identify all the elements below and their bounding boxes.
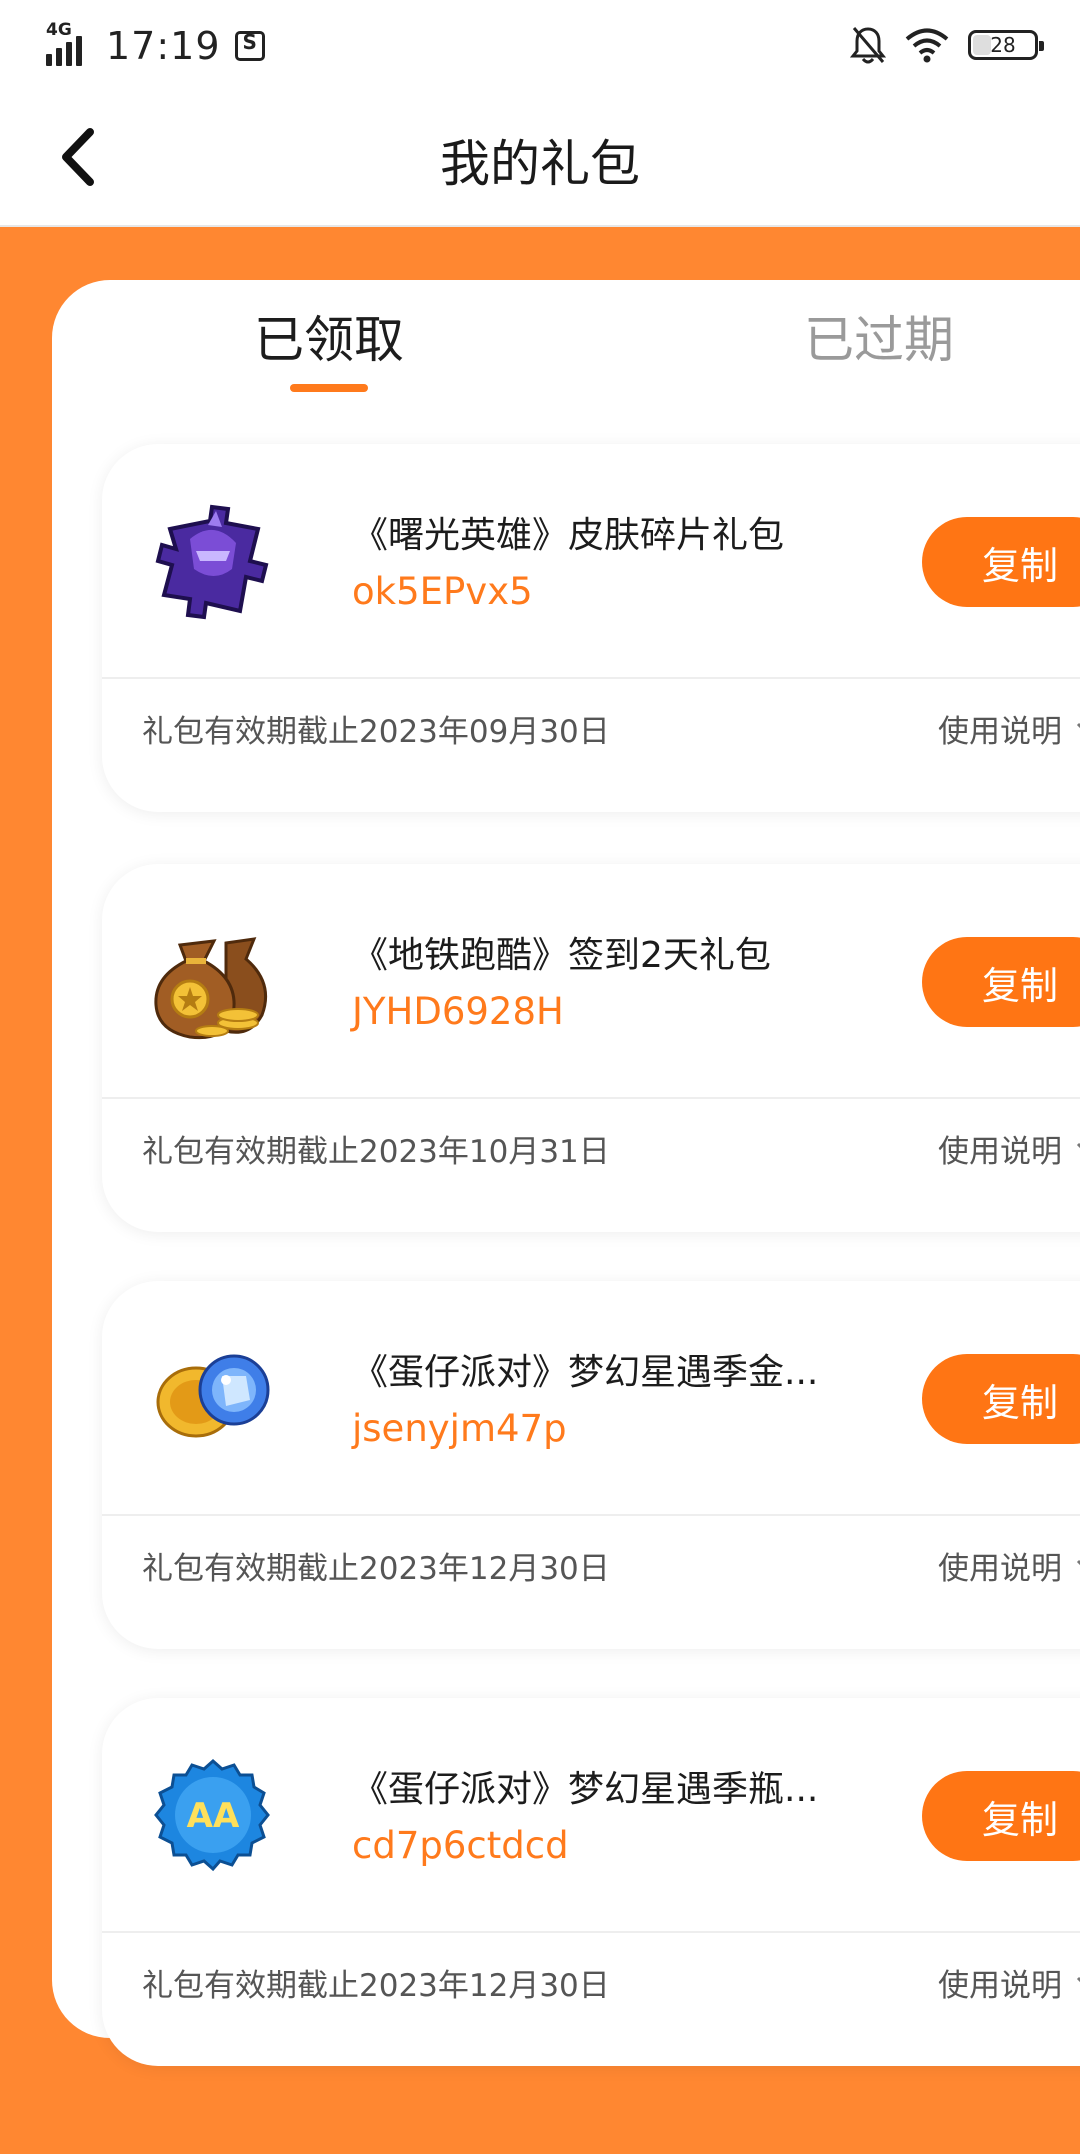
gift-list: 《曙光英雄》皮肤碎片礼包 ok5EPvx5 复制 礼包有效期截止2023年09月…: [52, 280, 1080, 2066]
usage-instructions-toggle[interactable]: 使用说明: [938, 1126, 1080, 1171]
divider: [102, 1097, 1080, 1099]
chevron-down-icon: [1076, 1142, 1080, 1148]
copy-button[interactable]: 复制: [922, 937, 1080, 1027]
gift-title: 《地铁跑酷》签到2天礼包: [352, 935, 771, 976]
gift-card: AA 《蛋仔派对》梦幻星遇季瓶... cd7p6ctdcd 复制 礼包有效期截止…: [102, 1698, 1080, 2066]
gift-title: 《蛋仔派对》梦幻星遇季金...: [352, 1352, 819, 1393]
gift-code: jsenyjm47p: [352, 1407, 567, 1450]
expiry-text: 礼包有效期截止2023年10月31日: [142, 1134, 610, 1170]
navigation-bar: 我的礼包: [0, 90, 1080, 227]
page-title: 我的礼包: [440, 135, 640, 193]
bell-off-icon: [850, 27, 886, 64]
chevron-down-icon: [1076, 1559, 1080, 1565]
usage-instructions-toggle[interactable]: 使用说明: [938, 706, 1080, 751]
expiry-text: 礼包有效期截止2023年09月30日: [142, 714, 610, 750]
usage-label: 使用说明: [938, 1134, 1062, 1170]
status-bar: 4G 17:19 28: [0, 0, 1080, 90]
svg-text:AA: AA: [187, 1796, 240, 1836]
expiry-text: 礼包有效期截止2023年12月30日: [142, 1551, 610, 1587]
chevron-down-icon: [1076, 722, 1080, 728]
signal-icon: 4G: [46, 20, 92, 66]
screenshot-app-icon: [234, 30, 265, 61]
gift-card: 《曙光英雄》皮肤碎片礼包 ok5EPvx5 复制 礼包有效期截止2023年09月…: [102, 444, 1080, 812]
usage-instructions-toggle[interactable]: 使用说明: [938, 1960, 1080, 2005]
gift-code: ok5EPvx5: [352, 570, 533, 613]
gift-code: JYHD6928H: [352, 990, 564, 1033]
bottle-cap-icon: AA: [154, 1758, 270, 1872]
wifi-icon: [905, 28, 949, 63]
usage-label: 使用说明: [938, 714, 1062, 750]
battery-level: 28: [990, 33, 1016, 57]
gift-code: cd7p6ctdcd: [352, 1824, 569, 1867]
divider: [102, 1514, 1080, 1516]
purple-puzzle-hero-icon: [155, 504, 269, 620]
gift-card: 《地铁跑酷》签到2天礼包 JYHD6928H 复制 礼包有效期截止2023年10…: [102, 864, 1080, 1232]
usage-instructions-toggle[interactable]: 使用说明: [938, 1543, 1080, 1588]
copy-button[interactable]: 复制: [922, 517, 1080, 607]
gift-title: 《蛋仔派对》梦幻星遇季瓶...: [352, 1769, 819, 1810]
gift-card-header: AA 《蛋仔派对》梦幻星遇季瓶... cd7p6ctdcd 复制: [102, 1698, 1080, 1932]
gift-title: 《曙光英雄》皮肤碎片礼包: [352, 515, 785, 556]
gift-panel: 已领取 已过期 《曙光英雄》皮肤碎片礼包 ok5EPvx5 复制 礼包有效期截止…: [52, 280, 1080, 2066]
copy-button[interactable]: 复制: [922, 1771, 1080, 1861]
gold-coin-blue-dice-icon: [156, 1354, 270, 1438]
battery-icon: 28: [968, 30, 1044, 60]
divider: [102, 1931, 1080, 1933]
usage-label: 使用说明: [938, 1551, 1062, 1587]
chevron-down-icon: [1076, 1976, 1080, 1982]
clock: 17:19: [106, 24, 221, 68]
copy-button[interactable]: 复制: [922, 1354, 1080, 1444]
gift-card-header: 《地铁跑酷》签到2天礼包 JYHD6928H 复制: [102, 864, 1080, 1098]
coin-bags-icon: [154, 937, 268, 1040]
divider: [102, 677, 1080, 679]
gift-card: 《蛋仔派对》梦幻星遇季金... jsenyjm47p 复制 礼包有效期截止202…: [102, 1281, 1080, 1649]
usage-label: 使用说明: [938, 1968, 1062, 2004]
gift-card-header: 《曙光英雄》皮肤碎片礼包 ok5EPvx5 复制: [102, 444, 1080, 678]
expiry-text: 礼包有效期截止2023年12月30日: [142, 1968, 610, 2004]
gift-card-header: 《蛋仔派对》梦幻星遇季金... jsenyjm47p 复制: [102, 1281, 1080, 1515]
